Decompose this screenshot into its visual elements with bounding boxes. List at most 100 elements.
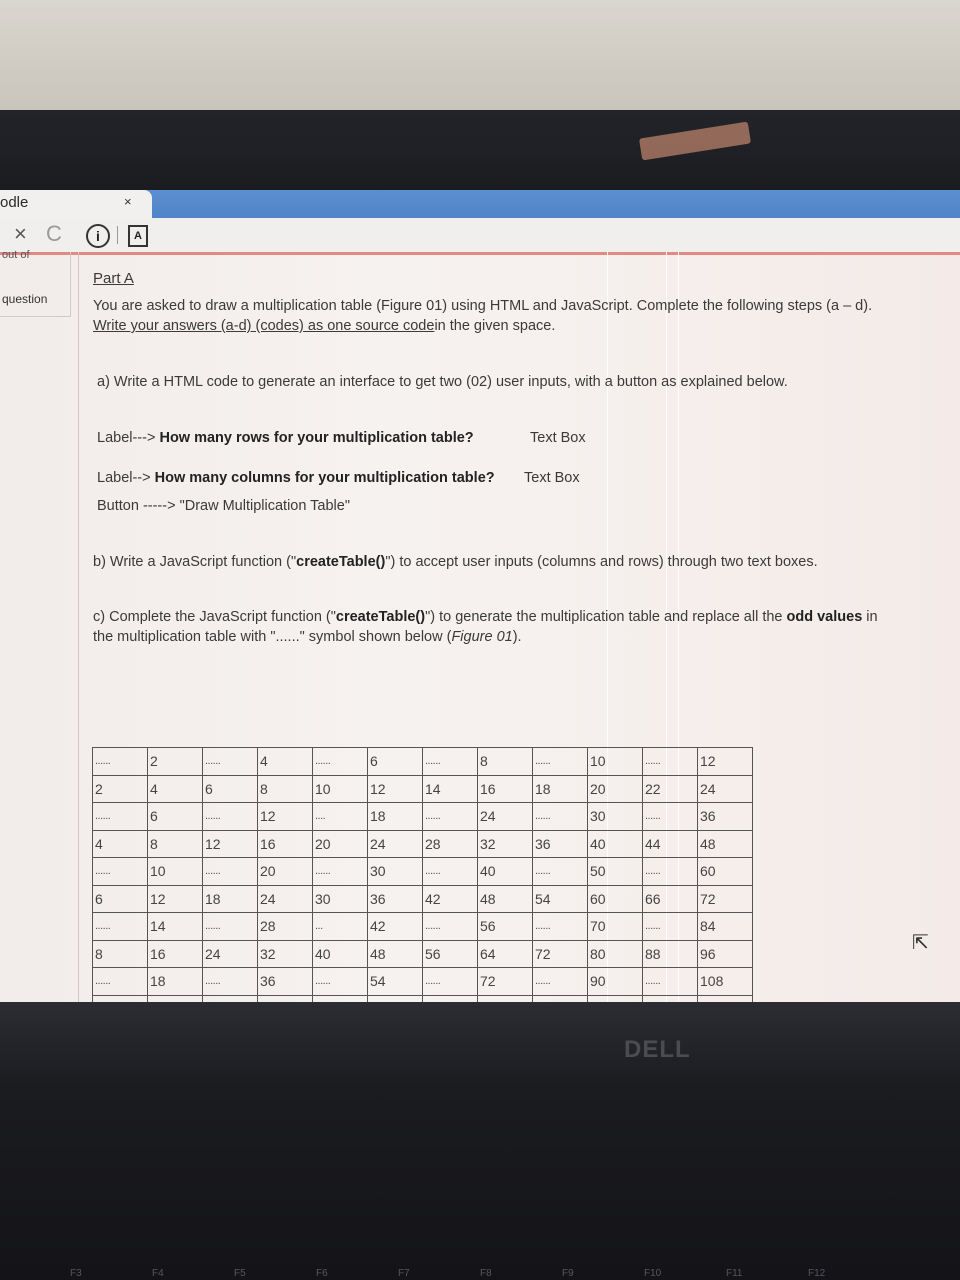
table-cell: ...... <box>642 912 698 941</box>
table-cell: 36 <box>532 829 588 858</box>
function-key: F5 <box>234 1268 246 1279</box>
table-cell: ...... <box>312 747 368 776</box>
intro-line-1: You are asked to draw a multiplication t… <box>93 298 873 314</box>
table-cell: 72 <box>697 884 753 913</box>
function-keys-row: F3 F4 F5 F6 F7 F8 F9 F10 F11 F12 <box>0 1266 960 1280</box>
table-row: ...... 18...... 36...... 54...... 72...... 90… <box>92 967 753 996</box>
table-cell: ...... <box>532 747 588 776</box>
table-cell: 8 <box>477 747 533 776</box>
table-row: 102030405060708090100110120 <box>92 994 753 1002</box>
table-cell: 12 <box>147 884 203 913</box>
table-cell: 54 <box>532 884 588 913</box>
step-a-text: a) Write a HTML code to generate an inte… <box>97 374 788 390</box>
table-cell: 42 <box>422 884 478 913</box>
table-cell: ...... <box>532 912 588 941</box>
step-b-function: createTable() <box>296 554 386 570</box>
table-cell: 72 <box>477 967 533 996</box>
table-cell: 80 <box>587 939 643 968</box>
page-content: out of question Part A You are asked to … <box>0 249 960 1002</box>
step-c-line-1: c) Complete the JavaScript function ("cr… <box>93 609 878 625</box>
browser-tab[interactable]: odle × <box>0 190 152 218</box>
table-cell: 6 <box>202 774 258 803</box>
table-cell: ...... <box>202 747 258 776</box>
table-cell: 30 <box>202 994 258 1002</box>
reload-icon[interactable]: C <box>46 221 62 247</box>
tab-bar: odle × <box>0 190 960 218</box>
tab-close-icon[interactable]: × <box>124 194 132 209</box>
table-cell: 14 <box>147 912 203 941</box>
step-c-end: in <box>862 609 878 625</box>
dell-logo: DELL <box>624 1036 691 1063</box>
step-b-prefix: b) Write a JavaScript function (" <box>93 554 297 570</box>
table-row: ...... 10...... 20...... 30...... 40...... 50… <box>92 857 753 886</box>
table-cell: 8 <box>92 939 148 968</box>
function-key: F4 <box>152 1268 164 1279</box>
table-row: 6 12 18 24 30 36 42 48 54 60 66 72 <box>92 884 753 913</box>
page-icon[interactable]: A <box>128 225 148 247</box>
table-cell: 64 <box>477 939 533 968</box>
table-cell: 56 <box>422 939 478 968</box>
table-cell: 30 <box>367 857 423 886</box>
table-cell: 28 <box>422 829 478 858</box>
table-cell: ... <box>312 912 368 941</box>
table-cell: 10 <box>587 747 643 776</box>
stop-icon[interactable]: × <box>14 221 27 247</box>
table-cell: 50 <box>587 857 643 886</box>
table-cell: ...... <box>532 967 588 996</box>
table-cell: 14 <box>422 774 478 803</box>
table-row: 8 16 24 32 40 48 56 64 72 80 88 96 <box>92 939 753 968</box>
table-cell: 22 <box>642 774 698 803</box>
table-cell: 8 <box>147 829 203 858</box>
table-cell: ...... <box>642 802 698 831</box>
content-divider <box>78 252 79 1002</box>
table-row: 2 4 6 8 10 12 14 16 18 20 22 24 <box>92 774 753 803</box>
table-cell: ...... <box>422 747 478 776</box>
monitor-bezel-top <box>0 110 960 190</box>
table-cell: 44 <box>642 829 698 858</box>
table-cell: 90 <box>532 994 588 1002</box>
table-cell: 12 <box>697 747 753 776</box>
table-cell: ...... <box>422 857 478 886</box>
question-label: question <box>2 292 48 306</box>
table-cell: 70 <box>422 994 478 1002</box>
step-c-function: createTable() <box>335 609 426 625</box>
label-2-text: How many columns for your multiplication… <box>154 470 495 486</box>
table-cell: 54 <box>367 967 423 996</box>
table-cell: ...... <box>422 802 478 831</box>
multiplication-table: ...... 2...... 4...... 6...... 8...... 10....… <box>92 747 753 1002</box>
table-cell: 110 <box>642 994 698 1002</box>
function-key: F10 <box>644 1268 662 1279</box>
info-icon[interactable]: i <box>86 224 110 248</box>
table-cell: 2 <box>147 747 203 776</box>
table-cell: 10 <box>147 857 203 886</box>
table-cell: ...... <box>312 857 368 886</box>
table-cell: ...... <box>532 857 588 886</box>
label-1-text: How many rows for your multiplication ta… <box>159 430 474 446</box>
table-cell: 28 <box>257 912 313 941</box>
step-c-prefix: c) Complete the JavaScript function (" <box>93 609 336 625</box>
table-cell: 20 <box>587 774 643 803</box>
table-cell: 36 <box>367 884 423 913</box>
table-cell: 24 <box>367 829 423 858</box>
table-row: ...... 6...... 12.... 18...... 24...... 30...… <box>92 802 753 831</box>
table-cell: 2 <box>92 774 148 803</box>
intro-underlined: Write your answers (a-d) (codes) as one … <box>93 318 435 334</box>
table-cell: 48 <box>477 884 533 913</box>
table-cell: 48 <box>367 939 423 968</box>
table-cell: 10 <box>312 774 368 803</box>
table-row: ...... 14...... 28... 42...... 56...... 70...… <box>92 912 753 941</box>
label-1-line: Label---> How many rows for your multipl… <box>97 430 474 446</box>
step-b-rest: ") to accept user inputs (columns and ro… <box>385 554 818 570</box>
table-cell: ...... <box>642 967 698 996</box>
table-cell: 48 <box>697 829 753 858</box>
function-key: F8 <box>480 1268 492 1279</box>
step-c-mid: ") to generate the multiplication table … <box>425 609 787 625</box>
table-cell: 40 <box>257 994 313 1002</box>
table-cell: 18 <box>532 774 588 803</box>
table-cell: 18 <box>147 967 203 996</box>
function-key: F12 <box>808 1268 826 1279</box>
table-cell: ...... <box>92 802 148 831</box>
table-cell: ...... <box>202 857 258 886</box>
step-c2-end: ). <box>512 629 522 645</box>
table-cell: 24 <box>477 802 533 831</box>
